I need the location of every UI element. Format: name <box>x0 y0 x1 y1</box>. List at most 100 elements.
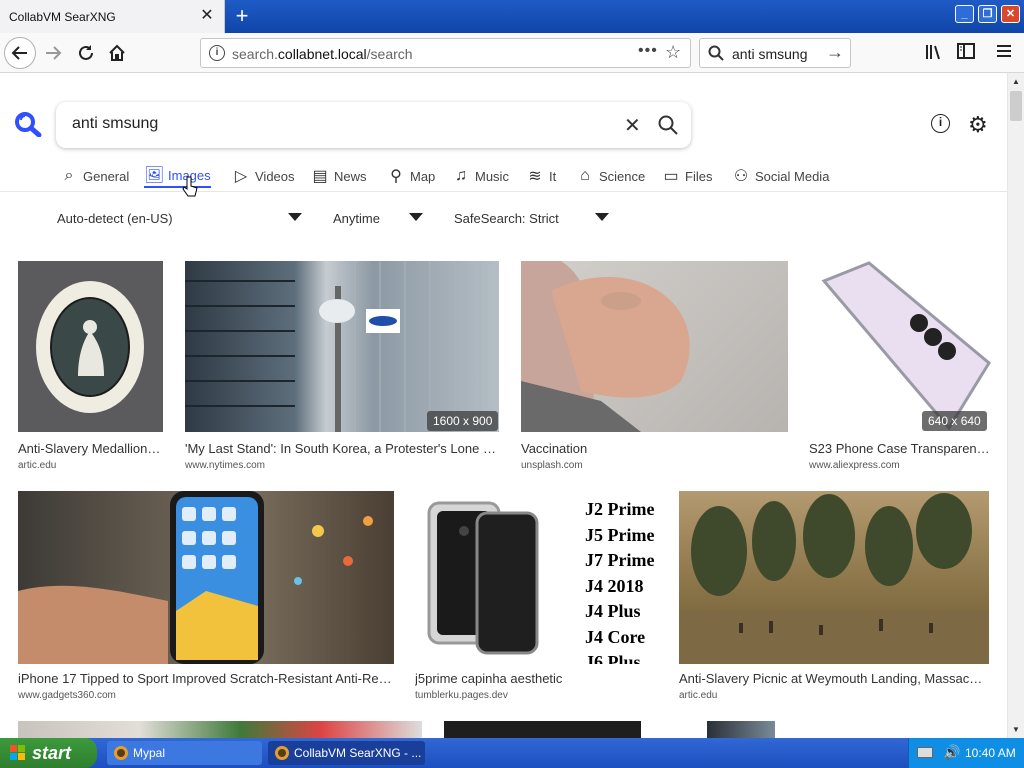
image-result[interactable]: 1600 x 900 'My Last Stand': In South Kor… <box>185 261 499 471</box>
start-button[interactable]: start <box>0 738 97 768</box>
mypal-app-icon <box>275 746 289 760</box>
time-filter[interactable]: Anytime <box>333 211 380 226</box>
volume-icon[interactable]: 🔊 <box>943 744 960 761</box>
taskbar-item-mypal[interactable]: Mypal <box>107 741 262 765</box>
sidebar-toggle-icon[interactable] <box>955 43 977 63</box>
result-thumbnail[interactable] <box>707 721 775 738</box>
image-result[interactable]: 640 x 640 S23 Phone Case Transparent Sho… <box>809 261 992 471</box>
result-thumbnail[interactable]: J2 Prime J5 Prime J7 Prime J4 2018 J4 Pl… <box>415 491 658 664</box>
safesearch-filter[interactable]: SafeSearch: Strict <box>454 211 559 226</box>
clear-icon[interactable]: ✕ <box>624 113 641 138</box>
chevron-down-icon[interactable] <box>288 213 302 221</box>
result-thumbnail[interactable] <box>444 721 641 738</box>
result-url[interactable]: www.aliexpress.com <box>809 460 900 471</box>
tab-label: Videos <box>255 168 295 184</box>
phone-model-list: J2 Prime J5 Prime J7 Prime J4 2018 J4 Pl… <box>585 497 654 664</box>
image-result[interactable]: Anti-Slavery Medallion by Josiah Wedgwoo… <box>18 261 163 471</box>
search-submit-icon[interactable] <box>658 115 678 135</box>
tab-it[interactable]: ≋ It <box>525 164 556 188</box>
mouse-pointer-icon <box>182 176 198 197</box>
image-result[interactable]: Anti-Slavery Picnic at Weymouth Landing,… <box>679 491 989 701</box>
tab-social-media[interactable]: ⚇ Social Media <box>731 164 830 188</box>
result-thumbnail[interactable] <box>185 261 499 432</box>
result-title[interactable]: Anti-Slavery Medallion by Josiah Wedgwoo… <box>18 441 163 456</box>
scroll-down-icon[interactable]: ▼ <box>1008 721 1024 738</box>
searxng-logo-icon[interactable] <box>14 111 42 137</box>
forward-button[interactable] <box>37 37 69 69</box>
page-actions-icon[interactable]: ••• <box>638 42 658 60</box>
navigation-toolbar: i search.collabnet.local/search ••• ☆ an… <box>0 33 1024 73</box>
result-thumbnail[interactable] <box>809 261 992 432</box>
result-url[interactable]: unsplash.com <box>521 460 583 471</box>
image-result[interactable]: Vaccination unsplash.com <box>521 261 788 471</box>
url-bar[interactable]: i search.collabnet.local/search ••• ☆ <box>200 38 691 68</box>
result-title[interactable]: S23 Phone Case Transparent Shockproof <box>809 441 992 456</box>
result-thumbnail[interactable] <box>18 491 394 664</box>
image-size-badge: 1600 x 900 <box>427 411 499 431</box>
settings-gear-icon[interactable]: ⚙ <box>968 112 988 138</box>
info-icon[interactable]: i <box>931 114 950 133</box>
search-box[interactable]: anti smsung ✕ <box>56 102 691 148</box>
browser-tab[interactable]: CollabVM SearXNG ✕ <box>0 0 225 33</box>
result-url[interactable]: artic.edu <box>18 460 56 471</box>
result-title[interactable]: Anti-Slavery Picnic at Weymouth Landing,… <box>679 671 989 686</box>
bookmark-star-icon[interactable]: ☆ <box>665 42 681 63</box>
image-result[interactable]: iPhone 17 Tipped to Sport Improved Scrat… <box>18 491 394 701</box>
clock[interactable]: 10:40 AM <box>965 746 1016 760</box>
library-icon[interactable] <box>923 43 945 63</box>
tab-title: CollabVM SearXNG <box>9 10 116 24</box>
search-input[interactable]: anti smsung <box>72 115 158 133</box>
window-close-button[interactable]: ✕ <box>1001 5 1020 23</box>
window-maximize-button[interactable]: ❐ <box>978 5 997 23</box>
tab-general[interactable]: ⌕ General <box>59 164 130 188</box>
keyboard-icon[interactable] <box>917 747 933 758</box>
play-icon: ▷ <box>234 168 248 185</box>
site-info-icon[interactable]: i <box>209 45 225 61</box>
tab-images[interactable]: 🖼 Images <box>144 164 211 188</box>
chevron-down-icon[interactable] <box>409 213 423 221</box>
result-thumbnail[interactable] <box>521 261 788 432</box>
tab-files[interactable]: ▭ Files <box>661 164 712 188</box>
tab-close-icon[interactable]: ✕ <box>198 7 216 25</box>
window-minimize-button[interactable]: _ <box>955 5 974 23</box>
page-scrollbar[interactable]: ▲ ▼ <box>1007 73 1024 738</box>
scrollbar-thumb[interactable] <box>1010 91 1022 121</box>
tab-map[interactable]: ⚲ Map <box>386 164 435 188</box>
result-title[interactable]: Vaccination <box>521 441 788 456</box>
result-title[interactable]: 'My Last Stand': In South Korea, a Prote… <box>185 441 499 456</box>
result-url[interactable]: artic.edu <box>679 690 717 701</box>
home-button[interactable] <box>101 37 133 69</box>
url-host-prefix: search. <box>232 46 278 62</box>
browser-search-value[interactable]: anti smsung <box>732 46 807 62</box>
result-url[interactable]: www.gadgets360.com <box>18 690 116 701</box>
reload-button[interactable] <box>70 37 102 69</box>
result-thumbnail[interactable] <box>18 721 422 738</box>
scroll-up-icon[interactable]: ▲ <box>1008 73 1024 90</box>
result-url[interactable]: tumblerku.pages.dev <box>415 690 508 701</box>
tab-music[interactable]: ♫ Music <box>451 164 509 188</box>
start-label: start <box>32 743 72 763</box>
taskbar-item-searxng[interactable]: CollabVM SearXNG - ... <box>268 741 425 765</box>
url-text[interactable]: search.collabnet.local/search <box>232 46 413 62</box>
hamburger-menu-icon[interactable] <box>993 43 1015 63</box>
image-result[interactable]: J2 Prime J5 Prime J7 Prime J4 2018 J4 Pl… <box>415 491 658 701</box>
back-button[interactable] <box>4 37 36 69</box>
tab-science[interactable]: ⌂ Science <box>575 164 645 188</box>
tab-label: Music <box>475 168 509 184</box>
people-icon: ⚇ <box>733 168 749 185</box>
chevron-down-icon[interactable] <box>595 213 609 221</box>
result-title[interactable]: j5prime capinha aesthetic <box>415 671 658 686</box>
phone-model: J4 Core <box>585 626 646 647</box>
result-thumbnail[interactable] <box>18 261 163 432</box>
result-thumbnail[interactable] <box>679 491 989 664</box>
tab-news[interactable]: ▤ News <box>310 164 366 188</box>
tab-videos[interactable]: ▷ Videos <box>231 164 295 188</box>
language-filter[interactable]: Auto-detect (en-US) <box>57 211 173 226</box>
new-tab-icon[interactable]: + <box>230 4 254 28</box>
search-go-arrow-icon[interactable]: → <box>826 42 844 63</box>
browser-search-bar[interactable]: anti smsung → <box>699 38 851 68</box>
result-url[interactable]: www.nytimes.com <box>185 460 265 471</box>
result-title[interactable]: iPhone 17 Tipped to Sport Improved Scrat… <box>18 671 394 686</box>
phone-model: J2 Prime <box>585 499 655 519</box>
search-icon: ⌕ <box>64 167 74 184</box>
